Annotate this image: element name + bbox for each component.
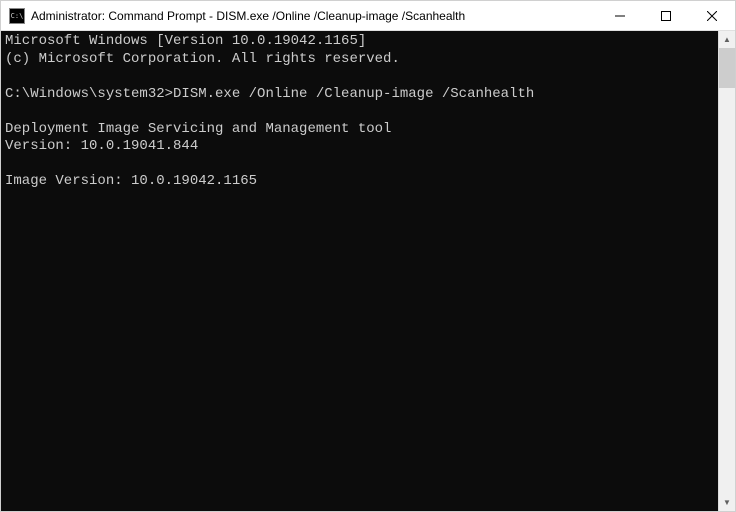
console-area: Microsoft Windows [Version 10.0.19042.11… xyxy=(1,31,735,511)
minimize-icon xyxy=(615,11,625,21)
console-line: Version: 10.0.19041.844 xyxy=(5,138,198,154)
app-icon: C:\ xyxy=(9,8,25,24)
scroll-down-button[interactable]: ▼ xyxy=(719,494,735,511)
close-icon xyxy=(707,11,717,21)
scroll-thumb[interactable] xyxy=(719,48,735,88)
console-line: (c) Microsoft Corporation. All rights re… xyxy=(5,51,400,67)
vertical-scrollbar[interactable]: ▲ ▼ xyxy=(718,31,735,511)
console-output[interactable]: Microsoft Windows [Version 10.0.19042.11… xyxy=(1,31,718,511)
maximize-button[interactable] xyxy=(643,1,689,30)
window-title: Administrator: Command Prompt - DISM.exe… xyxy=(31,9,597,23)
console-line: C:\Windows\system32>DISM.exe /Online /Cl… xyxy=(5,86,534,102)
console-line: Deployment Image Servicing and Managemen… xyxy=(5,121,391,137)
close-button[interactable] xyxy=(689,1,735,30)
window-controls xyxy=(597,1,735,30)
window-titlebar[interactable]: C:\ Administrator: Command Prompt - DISM… xyxy=(1,1,735,31)
scroll-up-button[interactable]: ▲ xyxy=(719,31,735,48)
console-line: Image Version: 10.0.19042.1165 xyxy=(5,173,257,189)
console-line: Microsoft Windows [Version 10.0.19042.11… xyxy=(5,33,366,49)
maximize-icon xyxy=(661,11,671,21)
minimize-button[interactable] xyxy=(597,1,643,30)
